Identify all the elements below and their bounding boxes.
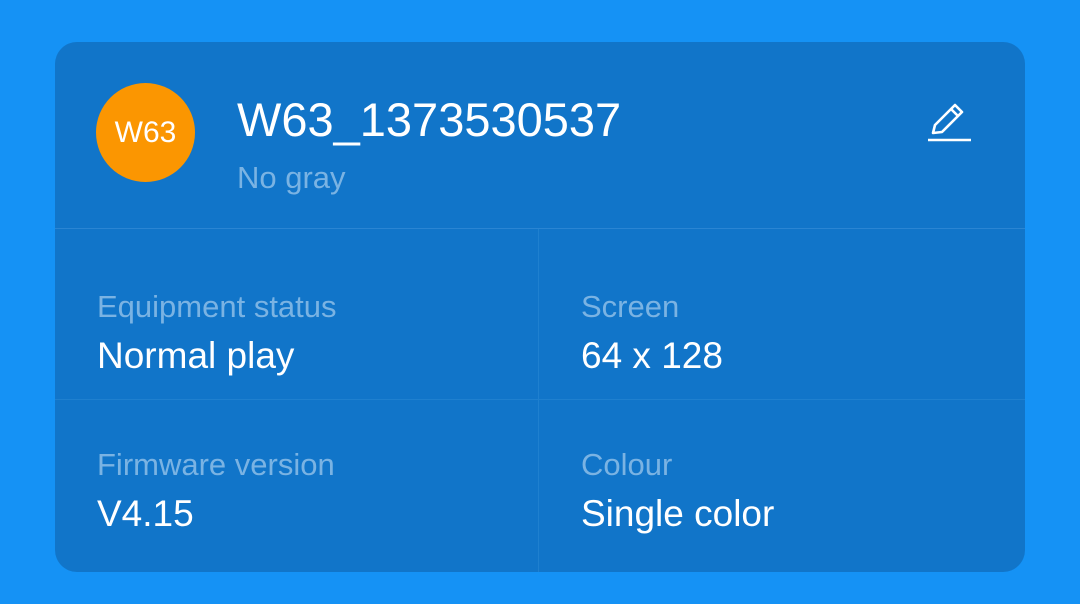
info-value: Normal play: [97, 335, 295, 376]
device-card[interactable]: W63 W63_1373530537 No gray Equipment sta…: [55, 42, 1025, 572]
pencil-icon: [928, 103, 971, 142]
info-value: 64 x 128: [581, 335, 723, 376]
device-name: W63_1373530537: [237, 93, 622, 146]
info-label: Screen: [581, 289, 680, 324]
info-cell-screen: Screen 64 x 128: [539, 229, 1025, 400]
screen: W63 W63_1373530537 No gray Equipment sta…: [0, 0, 1080, 604]
info-label: Firmware version: [97, 447, 335, 482]
device-card-header: W63 W63_1373530537 No gray: [55, 42, 1025, 229]
info-cell-equipment-status: Equipment status Normal play: [55, 229, 539, 400]
device-avatar: W63: [96, 83, 195, 182]
info-label: Colour: [581, 447, 673, 482]
device-info-grid: Equipment status Normal play Screen 64 x…: [55, 229, 1025, 572]
edit-button[interactable]: [919, 92, 977, 150]
device-subtitle: No gray: [237, 160, 346, 195]
info-label: Equipment status: [97, 289, 337, 324]
info-value: V4.15: [97, 493, 194, 534]
info-cell-colour: Colour Single color: [539, 400, 1025, 572]
info-cell-firmware-version: Firmware version V4.15: [55, 400, 539, 572]
info-value: Single color: [581, 493, 775, 534]
